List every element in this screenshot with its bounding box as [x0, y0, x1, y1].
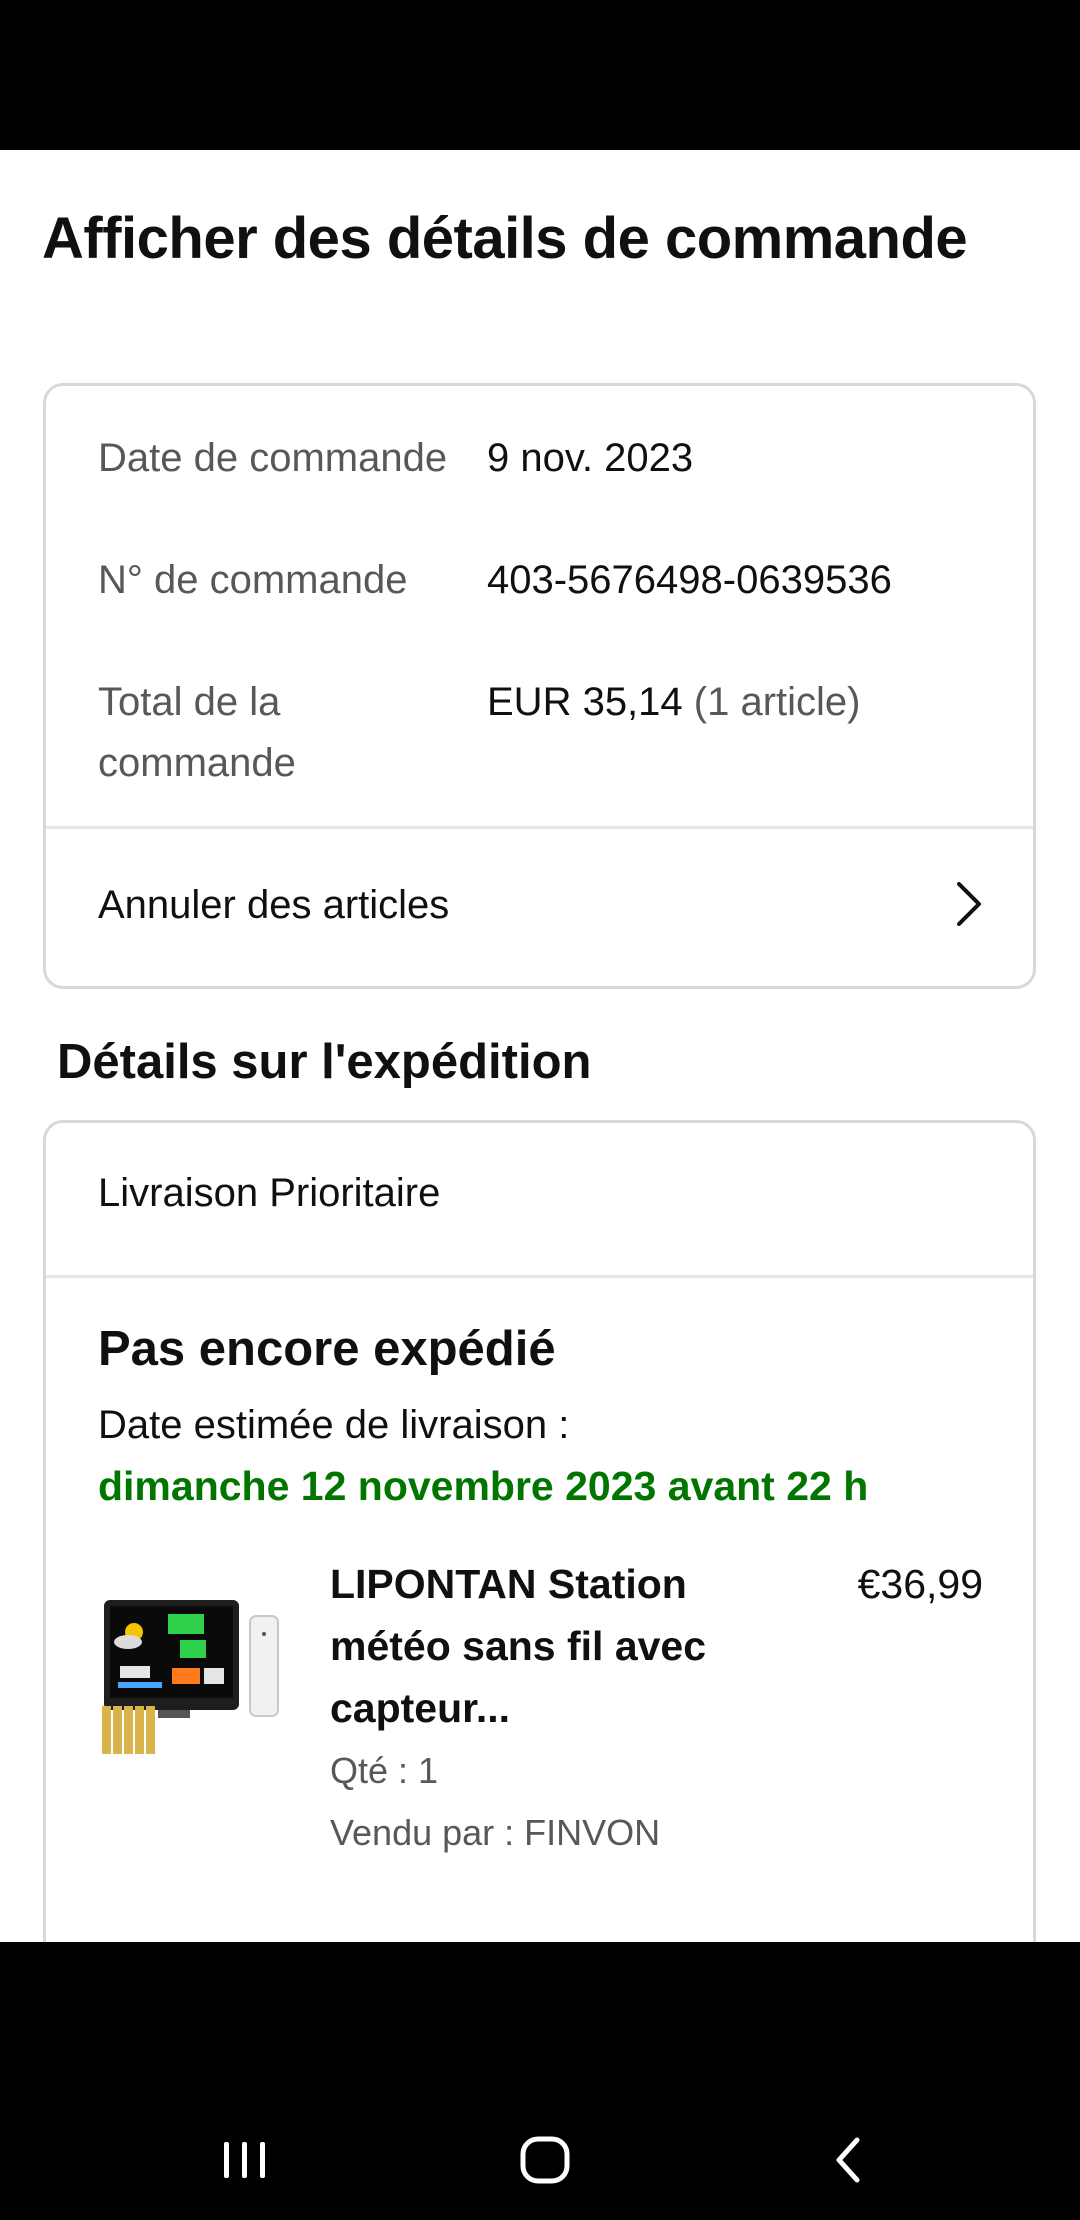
chevron-right-icon [957, 882, 981, 926]
shipment-status: Pas encore expédié [98, 1322, 556, 1376]
cancel-items-button[interactable]: Annuler des articles [46, 829, 1033, 986]
system-navigation-bar [0, 1942, 1080, 2220]
shipping-section-title: Détails sur l'expédition [57, 1035, 592, 1089]
order-date-text: 9 nov. 2023 [487, 436, 694, 480]
page-title: Afficher des détails de commande [42, 206, 968, 271]
product-seller: Vendu par : FINVON [330, 1812, 661, 1853]
status-bar [0, 0, 1080, 150]
order-details-screen: Afficher des détails de commande Date de… [0, 150, 1080, 1942]
eta-date: dimanche 12 novembre 2023 avant 22 h [98, 1463, 869, 1509]
product-title-link[interactable]: LIPONTAN Station météo sans fil avec cap… [330, 1553, 800, 1739]
shipment-card: Livraison Prioritaire Pas encore expédié… [43, 1120, 1036, 1942]
order-summary-card: Date de commande 9 nov. 2023 N° de comma… [43, 383, 1036, 989]
order-number-value: 403-5676498-0639536 [487, 550, 892, 611]
eta-label: Date estimée de livraison : [98, 1403, 570, 1447]
weather-station-image[interactable] [98, 1588, 284, 1758]
order-total-label: Total de la commande [98, 680, 296, 785]
product-price: €36,99 [857, 1561, 983, 1607]
order-number-label: N° de commande [98, 558, 408, 602]
cancel-items-label: Annuler des articles [98, 883, 450, 927]
order-item-count: (1 article) [693, 680, 861, 724]
shipping-method: Livraison Prioritaire [98, 1171, 441, 1215]
home-icon[interactable] [500, 2120, 590, 2200]
order-date-value: 9 nov. 2023 [487, 428, 693, 489]
product-quantity: Qté : 1 [330, 1750, 439, 1791]
order-total-amount: EUR 35,14 [487, 680, 683, 724]
back-icon[interactable] [805, 2120, 895, 2200]
divider [46, 1275, 1033, 1278]
recent-apps-icon[interactable] [200, 2120, 290, 2200]
order-total-value: EUR 35,14 (1 article) [487, 672, 861, 733]
order-number-text: 403-5676498-0639536 [487, 558, 892, 602]
order-date-label: Date de commande [98, 436, 448, 480]
